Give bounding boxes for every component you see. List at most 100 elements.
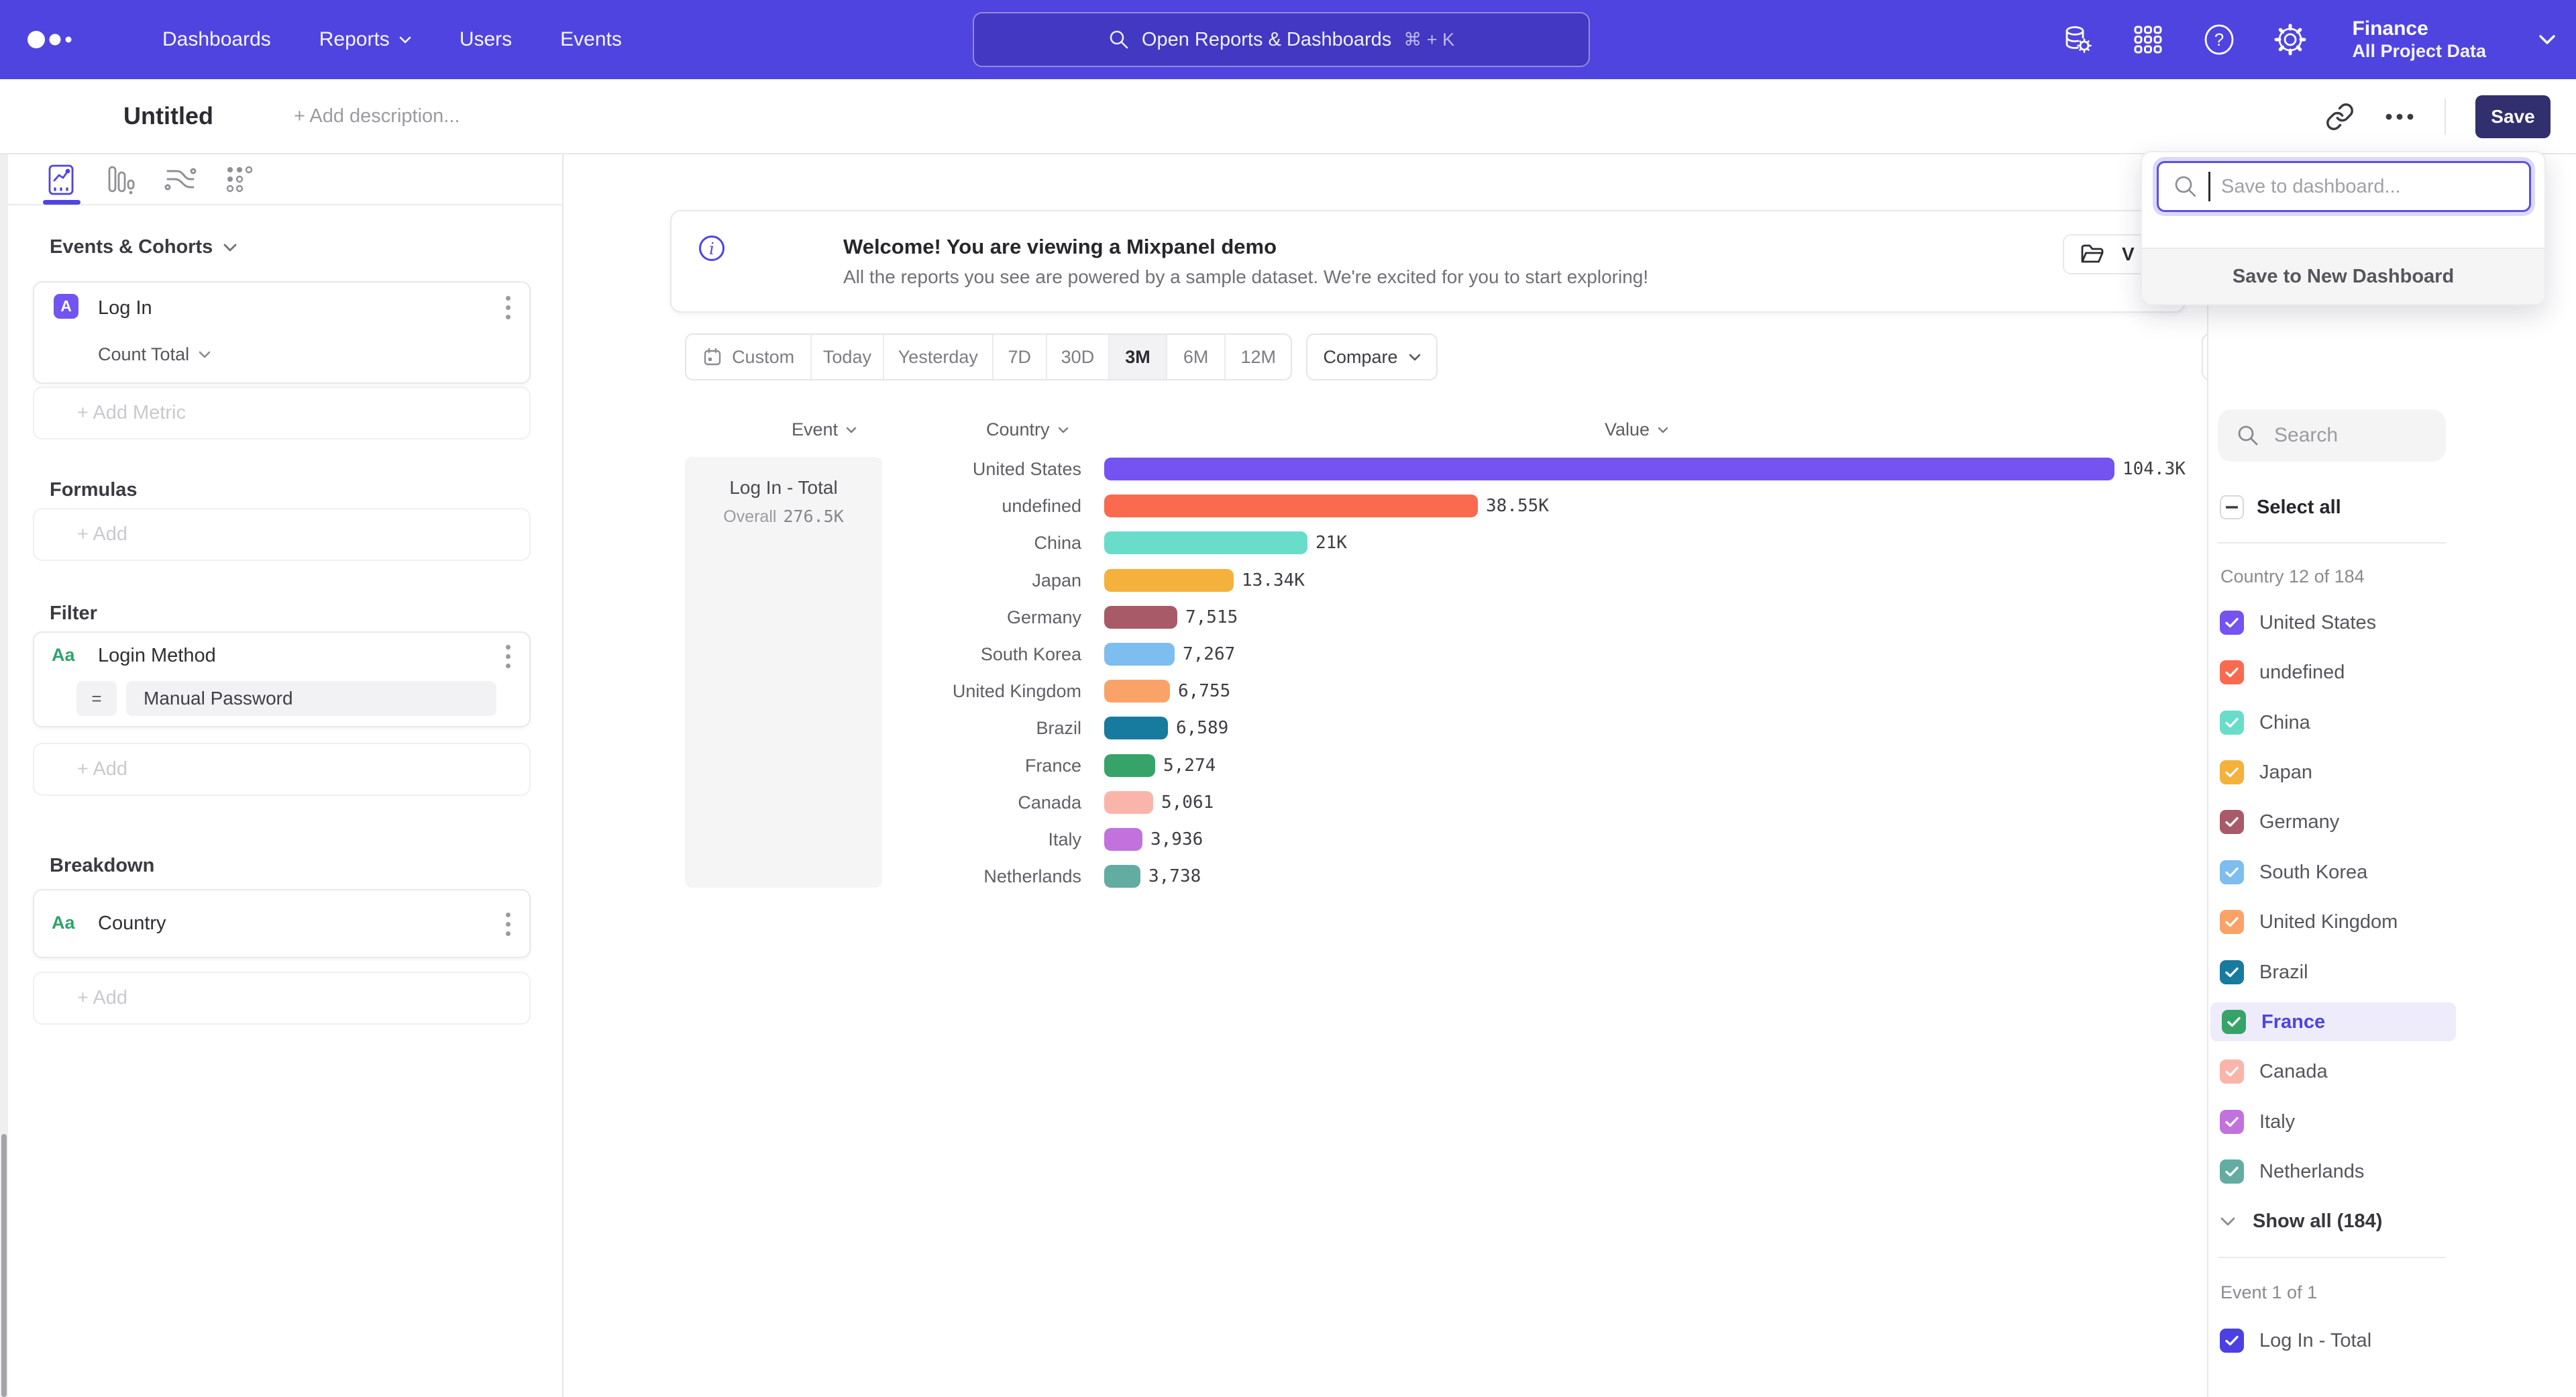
- legend-checkbox-japan[interactable]: [2220, 760, 2244, 784]
- select-all-checkbox[interactable]: [2220, 495, 2244, 519]
- legend-checkbox-log-in-total[interactable]: [2220, 1329, 2244, 1353]
- compare-button[interactable]: Compare: [1306, 333, 1438, 380]
- filter-kebab-icon[interactable]: [506, 645, 511, 668]
- nav-reports[interactable]: Reports: [319, 28, 411, 51]
- legend-checkbox-undefined[interactable]: [2220, 660, 2244, 684]
- breakdown-kebab-icon[interactable]: [506, 913, 511, 936]
- add-formula-button[interactable]: + Add: [33, 508, 531, 561]
- date-range-3m[interactable]: 3M: [1110, 335, 1167, 379]
- legend-row-italy[interactable]: Italy: [2208, 1102, 2463, 1141]
- apps-grid-icon[interactable]: [2131, 22, 2165, 57]
- bar-segment[interactable]: [1104, 717, 1168, 739]
- breakdown-card[interactable]: Aa Country: [33, 889, 531, 958]
- legend-row-china[interactable]: China: [2208, 703, 2463, 742]
- legend-row-france[interactable]: France: [2210, 1002, 2456, 1041]
- project-switcher[interactable]: Finance All Project Data: [2352, 17, 2486, 62]
- help-icon[interactable]: ?: [2202, 22, 2237, 57]
- legend-row-canada[interactable]: Canada: [2208, 1052, 2463, 1091]
- legend-checkbox-united-states[interactable]: [2220, 611, 2244, 635]
- save-dashboard-search-input[interactable]: Save to dashboard...: [2157, 161, 2531, 212]
- project-name: Finance: [2352, 17, 2486, 41]
- legend-row-brazil[interactable]: Brazil: [2208, 953, 2463, 992]
- legend-checkbox-netherlands[interactable]: [2220, 1159, 2244, 1184]
- column-header-event[interactable]: Event: [792, 419, 857, 440]
- bar-segment[interactable]: [1104, 569, 1234, 592]
- add-description-field[interactable]: + Add description...: [294, 105, 460, 127]
- tab-insights[interactable]: [40, 161, 83, 199]
- save-to-new-dashboard-button[interactable]: Save to New Dashboard: [2142, 248, 2544, 304]
- nav-users[interactable]: Users: [460, 28, 512, 51]
- metric-kebab-icon[interactable]: [506, 296, 511, 319]
- legend-row-south-korea[interactable]: South Korea: [2208, 853, 2463, 892]
- bar-segment[interactable]: [1104, 828, 1142, 851]
- filter-card[interactable]: Aa Login Method = Manual Password: [33, 631, 531, 727]
- legend-checkbox-france[interactable]: [2222, 1010, 2246, 1034]
- bar-segment[interactable]: [1104, 754, 1155, 777]
- legend-row-japan[interactable]: Japan: [2208, 753, 2463, 792]
- sidebar-scrollbar-thumb[interactable]: [1, 1134, 7, 1397]
- legend-checkbox-italy[interactable]: [2220, 1110, 2244, 1134]
- bar-segment[interactable]: [1104, 680, 1170, 703]
- mixpanel-logo-icon[interactable]: [27, 23, 78, 56]
- legend-search-input[interactable]: Search: [2218, 409, 2446, 462]
- date-range-12m[interactable]: 12M: [1226, 335, 1291, 379]
- date-range-30d[interactable]: 30D: [1047, 335, 1110, 379]
- bar-segment[interactable]: [1104, 531, 1307, 554]
- metric-aggregation[interactable]: Count Total: [98, 344, 211, 365]
- legend-checkbox-germany[interactable]: [2220, 810, 2244, 834]
- legend-row-united-kingdom[interactable]: United Kingdom: [2208, 902, 2463, 941]
- bar-segment[interactable]: [1104, 865, 1140, 888]
- country-section-label: Country 12 of 184: [2220, 566, 2365, 587]
- global-search[interactable]: Open Reports & Dashboards ⌘ + K: [973, 12, 1590, 67]
- event-series-cell[interactable]: Log In - Total Overall276.5K: [685, 457, 882, 888]
- date-range-yesterday[interactable]: Yesterday: [884, 335, 994, 379]
- legend-checkbox-south-korea[interactable]: [2220, 860, 2244, 884]
- legend-checkbox-canada[interactable]: [2220, 1059, 2244, 1084]
- bar-segment[interactable]: [1104, 495, 1478, 517]
- show-all-toggle[interactable]: Show all (184): [2220, 1210, 2382, 1233]
- report-title[interactable]: Untitled: [123, 102, 213, 130]
- bar-segment[interactable]: [1104, 606, 1177, 629]
- add-breakdown-button[interactable]: + Add: [33, 972, 531, 1025]
- bar-segment[interactable]: [1104, 458, 2114, 480]
- metric-event-name[interactable]: Log In: [98, 297, 152, 319]
- legend-row-united-states[interactable]: United States: [2208, 603, 2463, 642]
- nav-dashboards[interactable]: Dashboards: [162, 28, 271, 51]
- date-range-7d[interactable]: 7D: [994, 335, 1047, 379]
- add-filter-button[interactable]: + Add: [33, 743, 531, 796]
- date-range-today[interactable]: Today: [812, 335, 884, 379]
- legend-checkbox-brazil[interactable]: [2220, 960, 2244, 984]
- tab-flows[interactable]: [159, 161, 202, 199]
- legend-row-log-in-total[interactable]: Log In - Total: [2208, 1321, 2463, 1360]
- more-options-icon[interactable]: [2384, 112, 2415, 121]
- filter-property-name[interactable]: Login Method: [98, 645, 216, 667]
- settings-gear-icon[interactable]: [2273, 22, 2308, 57]
- column-header-value[interactable]: Value: [1605, 419, 1668, 440]
- copy-link-icon[interactable]: [2325, 102, 2355, 132]
- nav-events[interactable]: Events: [560, 28, 622, 51]
- filter-operator[interactable]: =: [76, 681, 117, 716]
- bar-segment[interactable]: [1104, 643, 1175, 666]
- legend-checkbox-united-kingdom[interactable]: [2220, 910, 2244, 934]
- legend-checkbox-china[interactable]: [2220, 711, 2244, 735]
- bar-segment[interactable]: [1104, 791, 1153, 814]
- date-range-6m[interactable]: 6M: [1167, 335, 1226, 379]
- bar-value-label: 13.34K: [1242, 569, 1305, 592]
- data-management-icon[interactable]: [2059, 22, 2094, 57]
- metric-card[interactable]: A Log In Count Total: [33, 281, 531, 384]
- scale-selector[interactable]: Linear: [2202, 333, 2207, 380]
- tab-retention[interactable]: [219, 161, 262, 199]
- column-header-country[interactable]: Country: [986, 419, 1069, 440]
- select-all-row[interactable]: Select all: [2208, 488, 2463, 527]
- project-chevron-icon[interactable]: [2538, 34, 2556, 45]
- breakdown-property-name[interactable]: Country: [98, 913, 166, 935]
- events-cohorts-header[interactable]: Events & Cohorts: [50, 236, 237, 258]
- add-metric-button[interactable]: + Add Metric: [33, 386, 531, 439]
- filter-value-chip[interactable]: Manual Password: [126, 681, 496, 716]
- legend-row-netherlands[interactable]: Netherlands: [2208, 1152, 2463, 1191]
- legend-row-undefined[interactable]: undefined: [2208, 653, 2463, 692]
- legend-row-germany[interactable]: Germany: [2208, 803, 2463, 841]
- date-range-custom[interactable]: Custom: [686, 335, 812, 379]
- save-button[interactable]: Save: [2475, 95, 2551, 138]
- tab-funnels[interactable]: [99, 161, 142, 199]
